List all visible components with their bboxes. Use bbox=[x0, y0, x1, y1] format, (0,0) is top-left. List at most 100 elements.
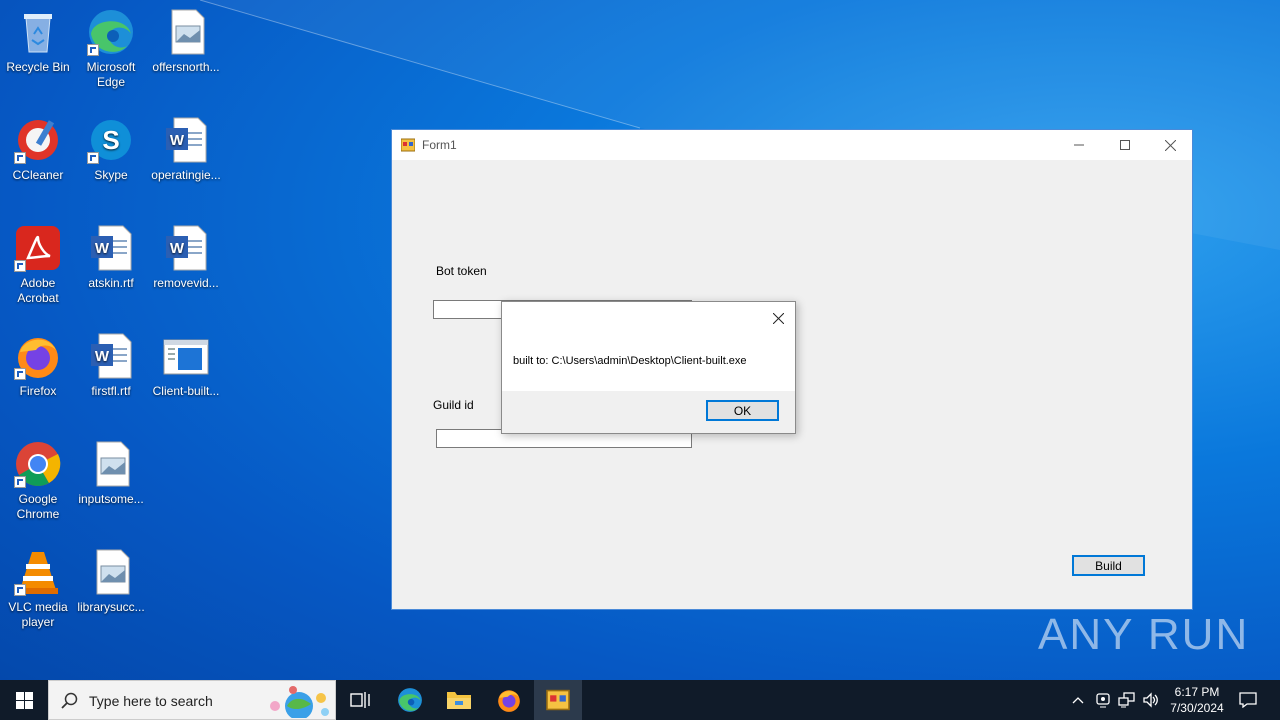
desktop-icon-ccleaner[interactable]: CCleaner bbox=[0, 112, 76, 183]
desktop-icon-firstfl-rtf[interactable]: W firstfl.rtf bbox=[73, 328, 149, 399]
desktop-icon-offersnorth[interactable]: offersnorth... bbox=[148, 4, 224, 75]
word-document-icon: W bbox=[166, 117, 207, 163]
desktop-icon-vlc[interactable]: VLC media player bbox=[0, 544, 76, 630]
edge-icon bbox=[398, 688, 422, 712]
desktop-icon-label: Adobe Acrobat bbox=[17, 276, 59, 305]
desktop-icon-label: atskin.rtf bbox=[88, 276, 134, 290]
taskbar-search-box[interactable]: Type here to search bbox=[48, 680, 336, 720]
desktop-icon-client-built[interactable]: Client-built... bbox=[148, 328, 224, 399]
close-icon bbox=[1164, 139, 1176, 151]
window-titlebar[interactable]: Form1 bbox=[392, 130, 1192, 160]
svg-text:S: S bbox=[102, 125, 119, 155]
action-center-button[interactable] bbox=[1234, 680, 1262, 720]
close-icon bbox=[772, 312, 784, 324]
svg-text:W: W bbox=[170, 132, 185, 149]
shortcut-arrow-icon bbox=[14, 260, 26, 272]
ok-button[interactable]: OK bbox=[706, 400, 779, 421]
taskbar-edge-button[interactable] bbox=[386, 680, 434, 720]
message-box-dialog: built to: C:\Users\admin\Desktop\Client-… bbox=[501, 301, 796, 434]
message-box-text: built to: C:\Users\admin\Desktop\Client-… bbox=[513, 355, 747, 367]
message-box-footer: OK bbox=[502, 391, 795, 433]
windows-logo-icon bbox=[15, 691, 33, 709]
taskbar-clock[interactable]: 6:17 PM 7/30/2024 bbox=[1162, 684, 1232, 716]
desktop-icon-google-chrome[interactable]: Google Chrome bbox=[0, 436, 76, 522]
form-app-icon bbox=[546, 689, 570, 711]
search-highlight-icon bbox=[270, 686, 329, 718]
maximize-button[interactable] bbox=[1102, 130, 1148, 160]
desktop-icon-label: Microsoft Edge bbox=[86, 60, 136, 89]
svg-text:W: W bbox=[95, 348, 110, 365]
desktop-icon-label: VLC media player bbox=[8, 600, 68, 629]
clock-time: 6:17 PM bbox=[1174, 685, 1220, 699]
taskbar-form1-button[interactable] bbox=[534, 680, 582, 720]
clock-date: 7/30/2024 bbox=[1170, 701, 1224, 715]
message-box-close-button[interactable] bbox=[767, 308, 789, 328]
shortcut-arrow-icon bbox=[14, 476, 26, 488]
tray-volume-button[interactable] bbox=[1140, 680, 1162, 720]
notification-icon bbox=[1239, 692, 1257, 708]
search-placeholder: Type here to search bbox=[89, 693, 213, 709]
maximize-icon bbox=[1120, 140, 1130, 150]
firefox-icon bbox=[498, 690, 520, 712]
tray-overflow-button[interactable] bbox=[1068, 680, 1088, 720]
desktop-icon-label: removevid... bbox=[153, 276, 219, 290]
word-document-icon: W bbox=[91, 225, 132, 271]
close-button[interactable] bbox=[1147, 130, 1193, 160]
desktop-icon-label: Client-built... bbox=[152, 384, 220, 398]
shortcut-arrow-icon bbox=[14, 584, 26, 596]
desktop-icon-label: inputsome... bbox=[78, 492, 144, 506]
desktop-icon-label: operatingie... bbox=[151, 168, 221, 182]
taskbar: Type here to search 6:17 PM 7/30/2024 bbox=[0, 680, 1280, 720]
svg-text:W: W bbox=[170, 240, 185, 257]
desktop-icon-operatingie[interactable]: W operatingie... bbox=[148, 112, 224, 183]
desktop-icon-removevid[interactable]: W removevid... bbox=[148, 220, 224, 291]
desktop-icon-librarysucc[interactable]: librarysucc... bbox=[73, 544, 149, 615]
folder-icon bbox=[447, 692, 471, 709]
tray-meet-now-button[interactable] bbox=[1092, 680, 1114, 720]
desktop-icon-label: offersnorth... bbox=[152, 60, 220, 74]
minimize-icon bbox=[1074, 144, 1084, 146]
word-document-icon: W bbox=[166, 225, 207, 271]
window-title: Form1 bbox=[422, 138, 457, 152]
desktop-icon-label: CCleaner bbox=[12, 168, 64, 182]
shortcut-arrow-icon bbox=[87, 152, 99, 164]
search-icon bbox=[61, 692, 78, 709]
desktop-icon-firefox[interactable]: Firefox bbox=[0, 328, 76, 399]
chevron-up-icon bbox=[1072, 697, 1084, 704]
desktop-icon-recycle-bin[interactable]: Recycle Bin bbox=[0, 4, 76, 75]
desktop-icon-label: librarysucc... bbox=[77, 600, 145, 614]
tray-network-button[interactable] bbox=[1116, 680, 1138, 720]
recycle-bin-icon bbox=[24, 14, 52, 53]
desktop-icon-adobe-acrobat[interactable]: Adobe Acrobat bbox=[0, 220, 76, 306]
desktop-icon-skype[interactable]: S Skype bbox=[73, 112, 149, 183]
taskbar-file-explorer-button[interactable] bbox=[435, 680, 483, 720]
image-file-icon bbox=[171, 9, 205, 55]
watermark-text: ANY RUN bbox=[1038, 610, 1250, 659]
task-view-button[interactable] bbox=[336, 680, 384, 720]
desktop-icon-label: Google Chrome bbox=[16, 492, 60, 521]
guild-id-label: Guild id bbox=[433, 398, 474, 412]
build-button[interactable]: Build bbox=[1072, 555, 1145, 576]
minimize-button[interactable] bbox=[1056, 130, 1102, 160]
svg-text:W: W bbox=[95, 240, 110, 257]
taskbar-firefox-button[interactable] bbox=[485, 680, 533, 720]
webcam-icon bbox=[1096, 693, 1110, 708]
executable-file-icon bbox=[163, 339, 209, 375]
word-document-icon: W bbox=[91, 333, 132, 379]
network-icon bbox=[1118, 692, 1135, 708]
desktop-icon-label: Recycle Bin bbox=[6, 60, 70, 74]
desktop-icon-label: Firefox bbox=[19, 384, 57, 398]
desktop-icon-atskin-rtf[interactable]: W atskin.rtf bbox=[73, 220, 149, 291]
form-app-icon bbox=[401, 138, 415, 152]
image-file-icon bbox=[96, 549, 130, 595]
shortcut-arrow-icon bbox=[87, 44, 99, 56]
speaker-icon bbox=[1143, 692, 1158, 708]
start-button[interactable] bbox=[0, 680, 48, 720]
desktop-icon-label: Skype bbox=[94, 168, 128, 182]
desktop-icon-microsoft-edge[interactable]: Microsoft Edge bbox=[73, 4, 149, 90]
anyrun-watermark: ANY RUN bbox=[1038, 610, 1249, 660]
bot-token-label: Bot token bbox=[436, 264, 487, 278]
desktop-icon-inputsome[interactable]: inputsome... bbox=[73, 436, 149, 507]
shortcut-arrow-icon bbox=[14, 368, 26, 380]
image-file-icon bbox=[96, 441, 130, 487]
